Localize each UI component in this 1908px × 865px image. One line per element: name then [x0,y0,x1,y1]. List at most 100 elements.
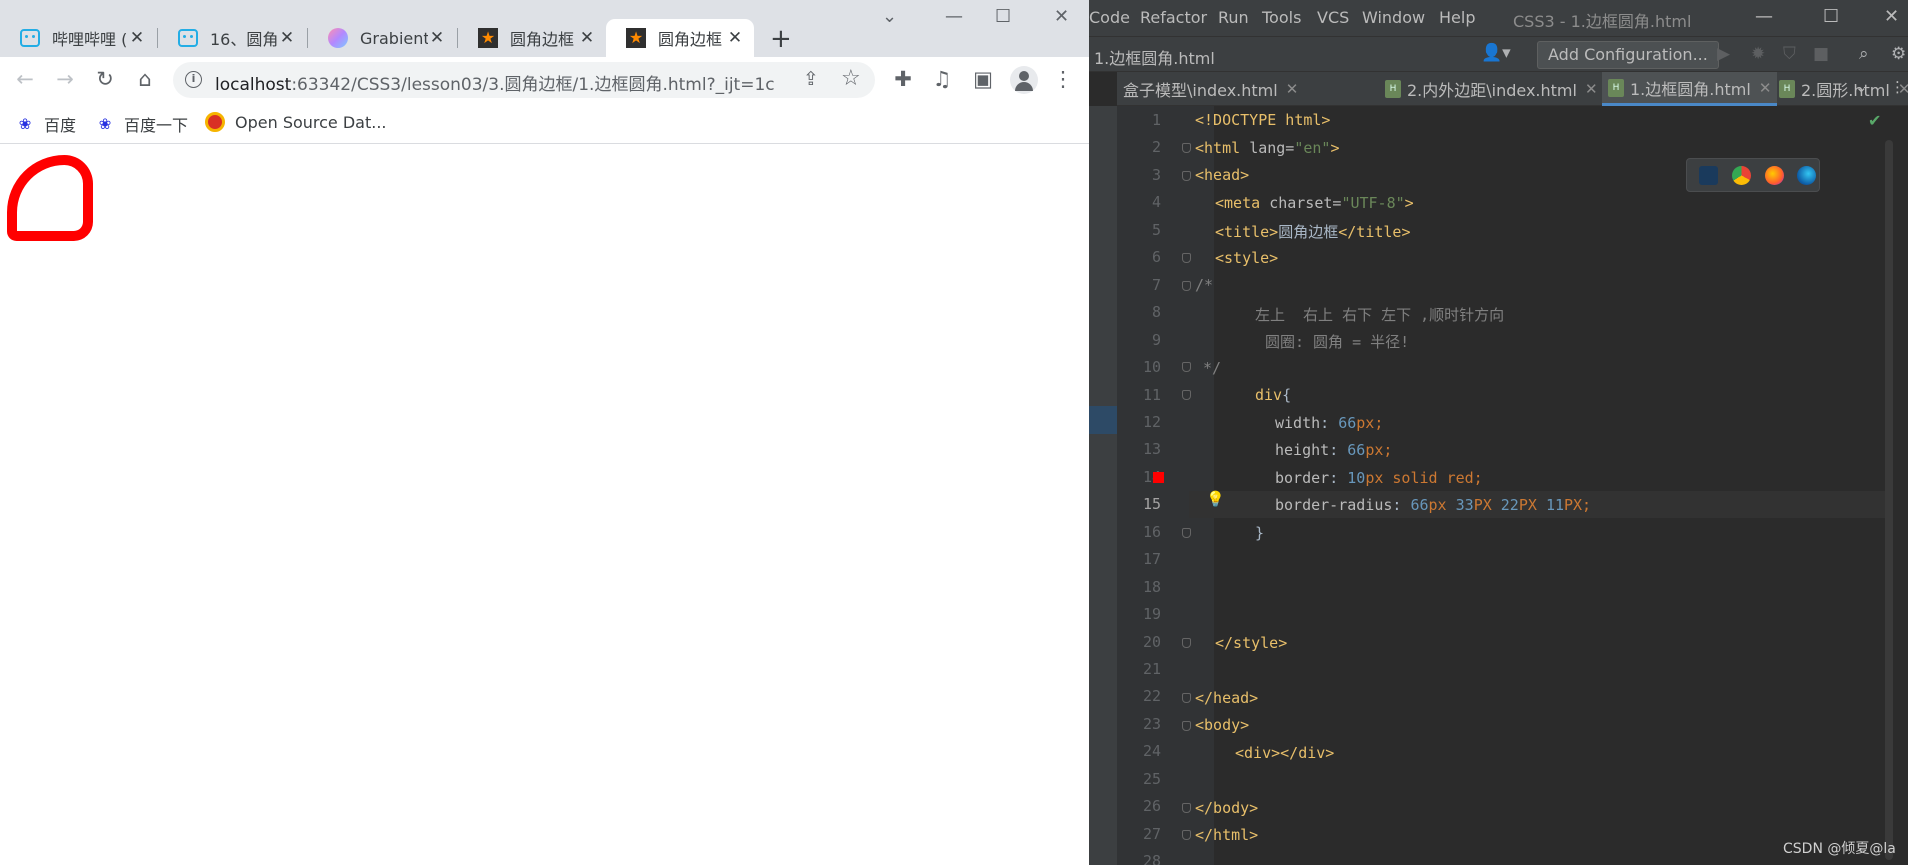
fold-marker-icon[interactable] [1182,143,1191,153]
close-icon[interactable]: ✕ [128,28,146,48]
address-bar[interactable]: i localhost:63342/CSS3/lesson03/3.圆角边框/1… [173,62,875,98]
lightbulb-icon[interactable]: 💡 [1206,490,1225,508]
home-icon[interactable]: ⌂ [132,67,158,91]
browser-tab-rounded-active[interactable]: ★ 圆角边框 ✕ [606,19,754,57]
add-configuration-button[interactable]: Add Configuration... [1537,41,1719,69]
browser-tab-rounded-1[interactable]: ★ 圆角边框 ✕ [458,19,606,57]
more-vertical-icon[interactable]: ⋮ [1890,78,1905,96]
close-icon[interactable]: ✕ [726,28,744,48]
close-icon[interactable]: ✕ [1585,80,1598,98]
tab-circle[interactable]: H 2.圆形.html ✕ [1773,72,1908,106]
settings-gear-icon[interactable]: ⚙ [1891,44,1906,64]
line-number: 24 [1142,742,1161,761]
minimize-button[interactable]: — [945,6,963,27]
line-number: 2 [1151,138,1161,157]
profile-avatar-icon[interactable] [1010,66,1038,94]
edge-icon[interactable] [1797,166,1816,185]
browser-tab-lesson[interactable]: 16、圆角边 ✕ [158,19,306,57]
url-text[interactable]: localhost:63342/CSS3/lesson03/3.圆角边框/1.边… [215,70,775,95]
inspection-ok-icon[interactable]: ✔ [1868,111,1881,130]
maximize-button[interactable]: ☐ [995,6,1011,27]
side-panel-icon[interactable]: ▣ [970,67,996,91]
menu-vcs[interactable]: VCS [1317,8,1349,27]
firefox-icon[interactable] [1765,166,1784,185]
bookmark-baidu-search[interactable]: ❀ 百度一下 [96,112,188,136]
code-line-6: <style> [1215,249,1279,267]
fold-marker-icon[interactable] [1182,830,1191,840]
tab-title: 圆角边框 [658,30,723,49]
bookmark-open-source[interactable]: Open Source Dat... [205,112,387,132]
back-arrow-icon[interactable]: ← [12,67,38,91]
chevron-down-icon[interactable]: ⌄ [1855,78,1868,96]
ide-maximize-button[interactable]: ☐ [1823,6,1839,27]
html-file-icon: H [1608,78,1624,97]
breadcrumb-file[interactable]: 1.边框圆角.html [1094,45,1215,69]
tab-border-radius[interactable]: H 1.边框圆角.html ✕ [1602,72,1778,106]
close-icon[interactable]: ✕ [1759,79,1772,97]
bookmark-star-icon[interactable]: ☆ [841,66,861,91]
code-line-5: <title>圆角边框</title> [1215,223,1411,241]
url-path: :63342/CSS3/lesson03/3.圆角边框/1.边框圆角.html?… [291,75,775,95]
tab-box-model-index[interactable]: 盒子模型\index.html ✕ [1117,72,1304,106]
menu-code[interactable]: Code [1089,8,1130,27]
editor-scrollbar[interactable] [1885,140,1893,860]
fold-marker-icon[interactable] [1182,721,1191,731]
reload-icon[interactable]: ↻ [92,67,118,91]
code-line-13: height: 66px; [1275,441,1393,459]
menu-run[interactable]: Run [1218,8,1249,27]
tab-padding-margin-index[interactable]: H 2.内外边距\index.html ✕ [1379,72,1604,106]
browser-tab-grabient[interactable]: Grabient ✕ [308,19,456,57]
line-number: 10 [1142,358,1161,377]
color-swatch-red[interactable] [1153,472,1164,483]
rounded-border-demo-box [7,155,93,241]
fold-marker-icon[interactable] [1182,528,1191,538]
fold-marker-icon[interactable] [1182,362,1191,372]
menu-tools[interactable]: Tools [1262,8,1301,27]
media-control-icon[interactable]: ♫ [929,67,955,91]
line-number: 19 [1142,605,1161,624]
line-number: 21 [1142,660,1161,678]
fold-marker-icon[interactable] [1182,281,1191,291]
user-account-icon[interactable]: 👤▾ [1481,43,1511,63]
fold-marker-icon[interactable] [1182,253,1191,263]
tab-search-icon[interactable]: ⌄ [882,6,897,27]
menu-window[interactable]: Window [1362,8,1425,27]
tab-label: 2.内外边距\index.html [1407,81,1577,100]
project-tool-marker[interactable] [1089,406,1117,434]
fold-marker-icon[interactable] [1182,693,1191,703]
more-menu-icon[interactable]: ⋮ [1050,67,1076,91]
stop-icon[interactable]: ■ [1813,44,1829,64]
menu-help[interactable]: Help [1439,8,1475,27]
close-icon[interactable]: ✕ [278,28,296,48]
close-icon[interactable]: ✕ [428,28,446,48]
coverage-icon[interactable]: ⛉ [1783,44,1796,64]
watermark: CSDN @倾夏@la [1783,841,1896,857]
code-line-20: </style> [1215,634,1288,652]
share-icon[interactable]: ⇪ [803,68,819,90]
close-icon[interactable]: ✕ [1286,80,1299,98]
ide-minimize-button[interactable]: — [1755,6,1773,27]
fold-marker-icon[interactable] [1182,171,1191,181]
forward-arrow-icon[interactable]: → [52,67,78,91]
fold-marker-icon[interactable] [1182,638,1191,648]
debug-icon[interactable]: ✹ [1751,44,1765,64]
code-line-3: <head> [1195,166,1250,184]
chrome-icon[interactable] [1732,166,1751,185]
search-icon[interactable]: ⌕ [1859,44,1869,64]
close-window-button[interactable]: ✕ [1054,6,1069,27]
fold-marker-icon[interactable] [1182,803,1191,813]
line-number: 9 [1151,330,1161,349]
run-icon[interactable]: ▶ [1717,44,1730,64]
extensions-puzzle-icon[interactable]: ✚ [890,67,916,91]
menu-refactor[interactable]: Refactor [1140,8,1207,27]
webstorm-icon[interactable] [1699,166,1718,185]
new-tab-button[interactable]: + [770,24,792,54]
ide-close-button[interactable]: ✕ [1884,6,1899,27]
bookmark-baidu[interactable]: ❀ 百度 [16,112,76,136]
site-info-icon[interactable]: i [185,71,202,88]
browser-tab-bilibili[interactable]: 哔哩哔哩 ( ✕ [0,19,156,57]
fold-marker-icon[interactable] [1182,390,1191,400]
bookmark-label: 百度一下 [124,116,189,135]
line-number: 4 [1151,193,1161,212]
close-icon[interactable]: ✕ [578,28,596,48]
